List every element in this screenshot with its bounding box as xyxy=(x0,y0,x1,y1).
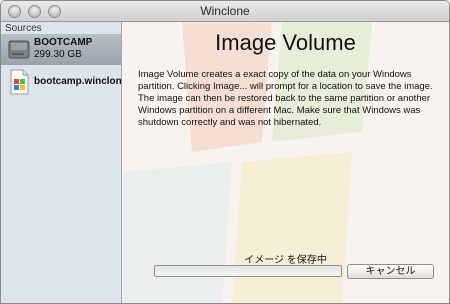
hard-disk-icon xyxy=(8,40,30,59)
source-item-winclone-file[interactable]: bootcamp.winclone xyxy=(1,67,127,98)
app-window: Winclone Sources BOOTCAMP 299.30 GB boot… xyxy=(0,0,450,304)
cancel-button[interactable]: キャンセル xyxy=(347,264,434,279)
window-title: Winclone xyxy=(200,4,250,18)
source-item-bootcamp[interactable]: BOOTCAMP 299.30 GB xyxy=(1,34,121,65)
main-panel: Image Volume Image Volume creates a exac… xyxy=(122,22,449,303)
description-text: Image Volume creates a exact copy of the… xyxy=(138,69,433,128)
page-title: Image Volume xyxy=(215,30,356,55)
source-name: bootcamp.winclone xyxy=(34,76,128,87)
source-size: 299.30 GB xyxy=(34,49,82,60)
sidebar-header: Sources xyxy=(5,23,42,34)
winclone-document-icon xyxy=(10,69,29,95)
progress-bar xyxy=(154,265,342,277)
title-bar[interactable]: Winclone xyxy=(1,1,449,22)
source-name: BOOTCAMP xyxy=(34,37,93,48)
sources-sidebar: Sources BOOTCAMP 299.30 GB bootcamp.winc… xyxy=(1,22,127,303)
